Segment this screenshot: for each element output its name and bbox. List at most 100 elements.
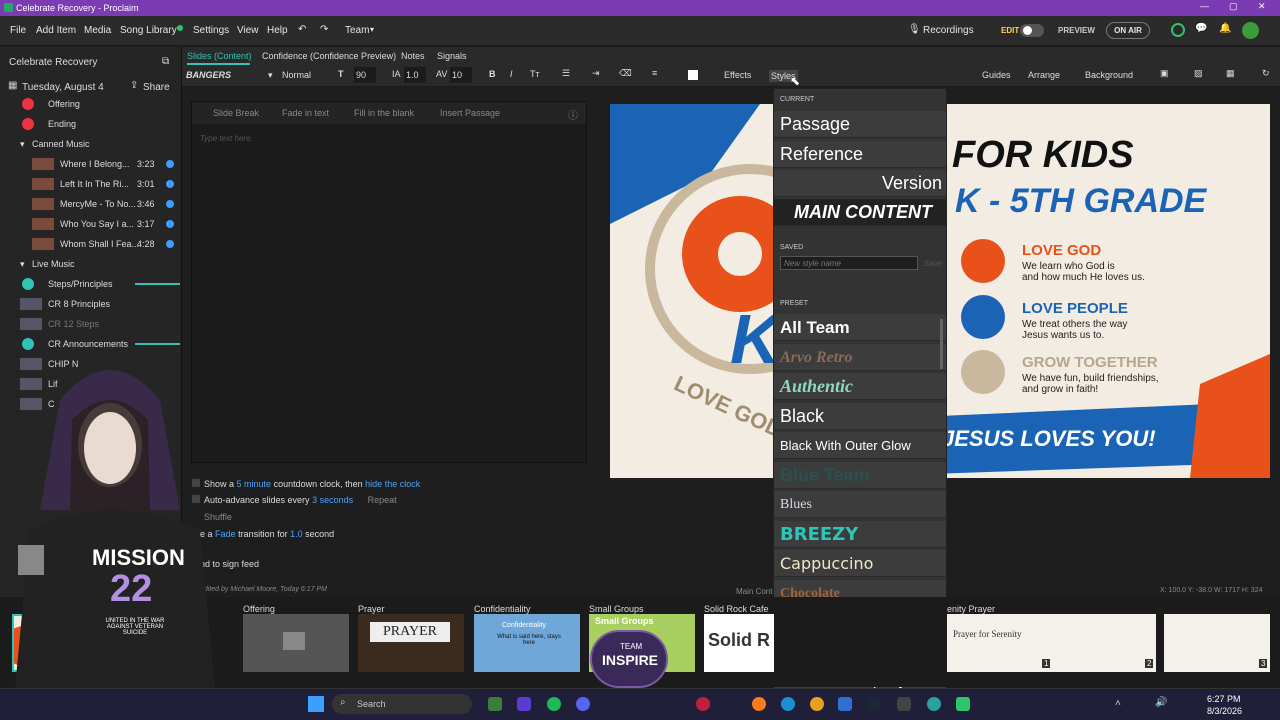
minimize-icon[interactable]: —: [1200, 1, 1209, 11]
menu-media[interactable]: Media: [84, 25, 111, 36]
indent-icon[interactable]: ⇥: [592, 68, 600, 79]
style-current-version[interactable]: Version: [774, 170, 946, 197]
menu-file[interactable]: File: [10, 25, 26, 36]
edge-icon[interactable]: [781, 697, 795, 711]
text-case-icon[interactable]: Tт: [530, 69, 540, 79]
sidebar-item[interactable]: Where I Belong... 3:23: [0, 154, 180, 174]
slide-thumb-solid-rock[interactable]: Solid R: [704, 614, 774, 672]
sidebar-item[interactable]: Ending: [0, 114, 180, 134]
countdown-minutes-link[interactable]: 5 minute: [237, 479, 272, 489]
style-current-reference[interactable]: Reference: [774, 141, 946, 168]
mode-edit[interactable]: EDIT: [1001, 26, 1019, 35]
clock-date[interactable]: 8/3/2026: [1207, 706, 1242, 716]
transition-option[interactable]: e a Fade transition for 1.0 second: [200, 529, 334, 539]
style-preset-item[interactable]: All Team: [774, 314, 946, 341]
presentation-title[interactable]: Celebrate Recovery: [9, 57, 97, 68]
app-icon-9[interactable]: [838, 697, 852, 711]
line-height-input[interactable]: 1.0: [404, 67, 426, 83]
menu-help[interactable]: Help: [267, 25, 288, 36]
taskbar-search[interactable]: ⌕ Search: [332, 694, 472, 714]
spacing-input[interactable]: 10: [450, 67, 472, 83]
slide-title-1[interactable]: FOR KIDS: [952, 134, 1134, 177]
transition-duration-link[interactable]: 1.0: [290, 529, 303, 539]
recordings-dropdown[interactable]: Recordings: [923, 25, 974, 36]
sidebar-item[interactable]: Whom Shall I Fea... 4:28: [0, 234, 180, 254]
slide-title-2[interactable]: K - 5TH GRADE: [955, 182, 1206, 221]
list-icon[interactable]: ☰: [562, 68, 570, 79]
fade-in-button[interactable]: Fade in text: [282, 108, 329, 118]
menu-song-library[interactable]: Song Library: [120, 25, 177, 36]
weight-select[interactable]: Normal: [282, 70, 311, 80]
team-chevron-icon[interactable]: ▾: [370, 25, 374, 34]
font-select[interactable]: BANGERS: [186, 70, 231, 80]
tray-chevron-icon[interactable]: ˄: [1115, 698, 1121, 709]
tab-confidence[interactable]: Confidence (Confidence Preview): [262, 51, 396, 61]
style-preset-item[interactable]: Authentic: [774, 373, 946, 400]
share-button[interactable]: Share: [143, 82, 170, 93]
slide-thumb-offering[interactable]: [243, 614, 349, 672]
share-icon[interactable]: ⇪: [130, 80, 138, 91]
play-icon[interactable]: [166, 200, 174, 208]
slide-break-button[interactable]: Slide Break: [213, 108, 259, 118]
speaker-icon[interactable]: 🔊: [1155, 697, 1167, 708]
sidebar-item[interactable]: CR 12 Steps: [0, 314, 180, 334]
expand-chevron-icon[interactable]: ▾: [20, 259, 25, 270]
color-swatch[interactable]: [688, 70, 698, 80]
layout-icon[interactable]: ▣: [1160, 68, 1169, 79]
chat-icon[interactable]: 💬: [1195, 23, 1207, 34]
slide-thumb-prayer[interactable]: PRAYER: [358, 614, 464, 672]
discord-icon[interactable]: [576, 697, 590, 711]
style-preset-item[interactable]: Black With Outer Glow: [774, 432, 946, 459]
menu-settings[interactable]: Settings: [193, 25, 229, 36]
effects-button[interactable]: Effects: [724, 70, 751, 80]
app-icon-1[interactable]: [488, 697, 502, 711]
redo-icon[interactable]: ↷: [320, 24, 328, 35]
start-icon[interactable]: [308, 696, 324, 712]
style-preset-item[interactable]: BREEZY: [774, 520, 946, 548]
tab-slides[interactable]: Slides (Content): [187, 51, 252, 61]
style-preset-item[interactable]: Black: [774, 402, 946, 430]
font-chevron-icon[interactable]: ▾: [268, 70, 273, 81]
menu-view[interactable]: View: [237, 25, 259, 36]
arrange-button[interactable]: Arrange: [1028, 70, 1060, 80]
save-style-button[interactable]: Save: [924, 259, 942, 268]
bell-icon[interactable]: 🔔: [1219, 23, 1231, 34]
terminal-icon[interactable]: [897, 697, 911, 711]
proclaim-icon[interactable]: [956, 697, 970, 711]
fill-blank-button[interactable]: Fill in the blank: [354, 108, 414, 118]
expand-chevron-icon[interactable]: ▾: [20, 139, 25, 150]
undo-icon[interactable]: ↶: [298, 24, 306, 35]
sidebar-item[interactable]: Who You Say I a... 3:17: [0, 214, 180, 234]
style-preset-item[interactable]: Blues: [774, 491, 946, 518]
slide-thumb-serenity-1[interactable]: Prayer for Serenity 1: [947, 614, 1053, 672]
play-icon[interactable]: [166, 220, 174, 228]
text-editor[interactable]: Slide Break Fade in text Fill in the bla…: [191, 101, 587, 463]
sidebar-item[interactable]: Steps/Principles: [0, 274, 180, 294]
on-air-button[interactable]: ON AIR: [1106, 22, 1150, 39]
app-icon-2[interactable]: [517, 697, 531, 711]
bold-icon[interactable]: B: [489, 69, 496, 79]
sidebar-item[interactable]: ▾ Live Music: [0, 254, 180, 274]
countdown-option[interactable]: Show a 5 minute countdown clock, then hi…: [192, 479, 420, 489]
clock-time[interactable]: 6:27 PM: [1207, 694, 1241, 704]
slide-thumb-confidentiality[interactable]: Confidentiality What is said here, stays …: [474, 614, 580, 672]
grid-icon[interactable]: ▦: [1226, 68, 1235, 79]
firefox-icon[interactable]: [752, 697, 766, 711]
align-icon[interactable]: ≡: [652, 68, 657, 78]
sidebar-item[interactable]: MercyMe - To No... 3:46: [0, 194, 180, 214]
advance-seconds-link[interactable]: 3 seconds: [312, 495, 353, 505]
sidebar-item[interactable]: CR 8 Principles: [0, 294, 180, 314]
app-icon-5[interactable]: [696, 697, 710, 711]
tab-signals[interactable]: Signals: [437, 51, 467, 61]
clear-format-icon[interactable]: ⌫: [619, 68, 632, 79]
italic-icon[interactable]: I: [510, 69, 513, 79]
hide-clock-link[interactable]: hide the clock: [365, 479, 420, 489]
sidebar-item[interactable]: CR Announcements: [0, 334, 180, 354]
spotify-icon[interactable]: [547, 697, 561, 711]
avatar[interactable]: [1242, 22, 1259, 39]
style-preset-item[interactable]: Blue Team: [774, 461, 946, 489]
style-current-main[interactable]: MAIN CONTENT: [774, 199, 946, 226]
app-icon-12[interactable]: [927, 697, 941, 711]
chrome-icon[interactable]: [810, 697, 824, 711]
menu-team[interactable]: Team: [345, 25, 369, 36]
